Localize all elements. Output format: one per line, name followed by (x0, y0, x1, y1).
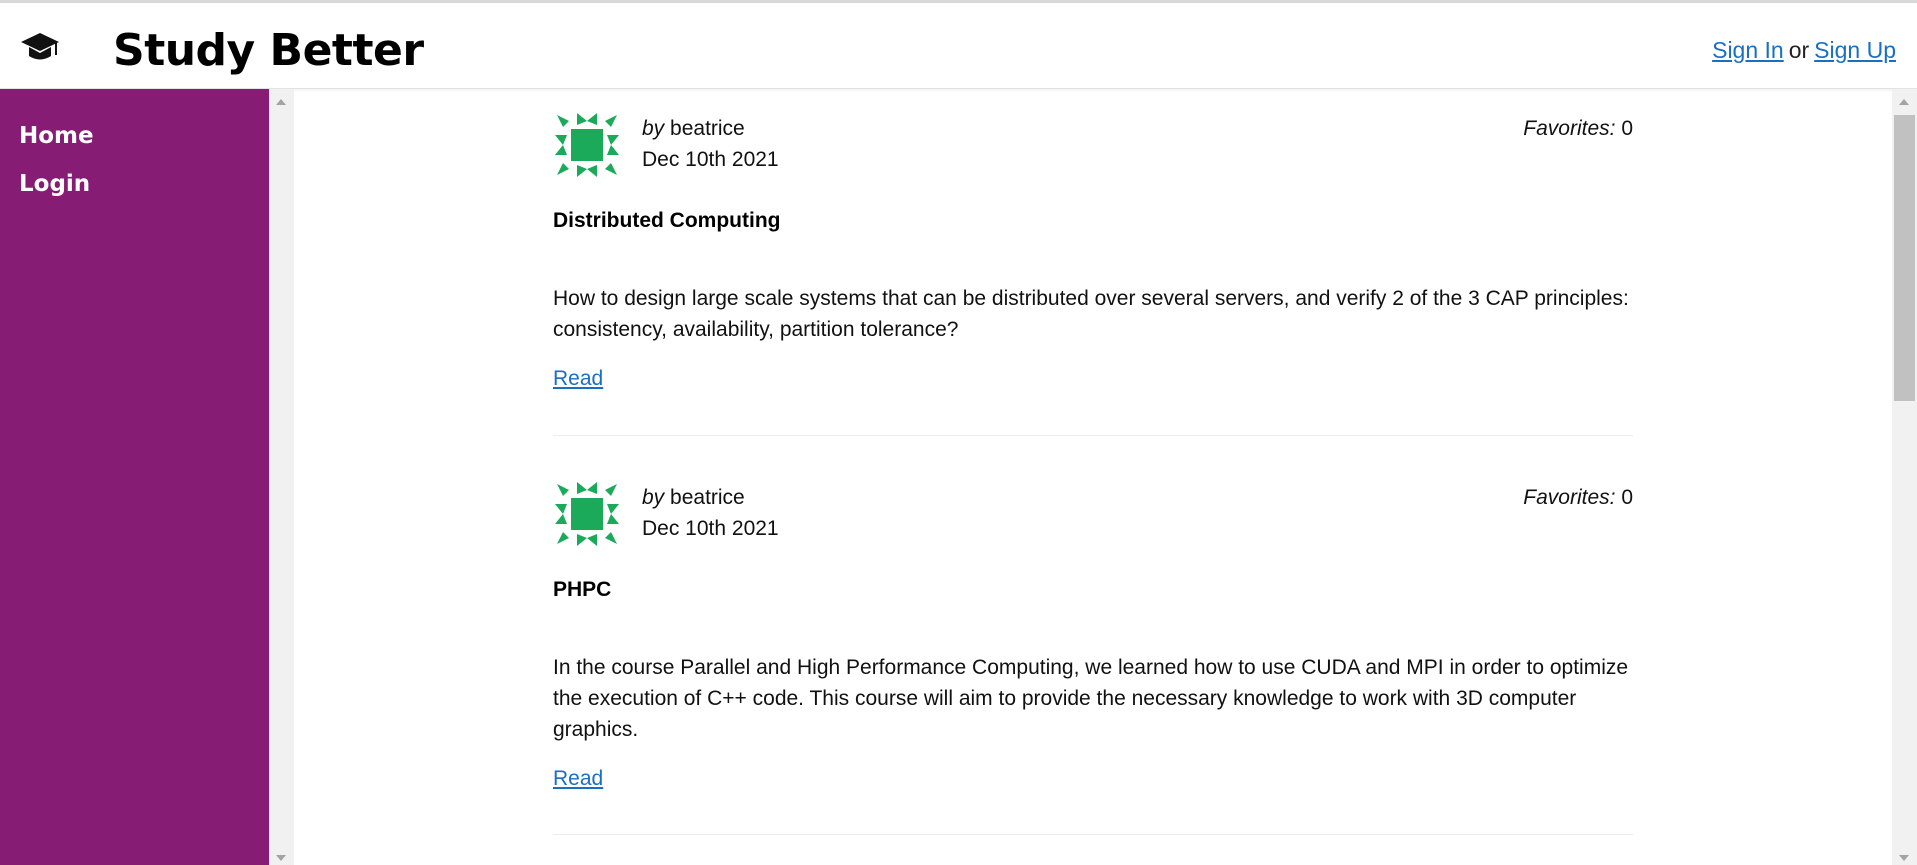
site-header: Study Better Sign In or Sign Up (0, 3, 1917, 89)
post-meta: by beatrice Dec 10th 2021 (642, 482, 779, 544)
post-date: Dec 10th 2021 (642, 148, 779, 171)
read-link[interactable]: Read (553, 367, 603, 391)
post-date: Dec 10th 2021 (642, 517, 779, 540)
scroll-down-arrow-icon[interactable] (276, 855, 286, 861)
left-scrollbar[interactable] (269, 89, 294, 865)
author-avatar (553, 111, 621, 179)
sidebar-item-home[interactable]: Home (19, 123, 94, 149)
post-title: Distributed Computing (553, 209, 781, 232)
read-link[interactable]: Read (553, 767, 603, 791)
post-divider (553, 834, 1633, 835)
sidebar-item-login[interactable]: Login (19, 171, 90, 197)
favorites-label: Favorites: (1523, 486, 1616, 509)
post-feed: by beatrice Dec 10th 2021 Favorites: 0 D… (294, 89, 1892, 865)
favorites-value: 0 (1621, 117, 1633, 140)
by-label: by (642, 486, 665, 509)
sidebar: Home Login (0, 89, 269, 865)
author-name: beatrice (670, 117, 745, 140)
by-label: by (642, 117, 665, 140)
post-meta: by beatrice Dec 10th 2021 (642, 113, 779, 175)
scroll-up-arrow-icon[interactable] (276, 99, 286, 105)
author-avatar (553, 480, 621, 548)
post-description: In the course Parallel and High Performa… (553, 656, 1629, 741)
favorites-value: 0 (1621, 486, 1633, 509)
sign-in-link[interactable]: Sign In (1712, 37, 1784, 63)
site-title[interactable]: Study Better (113, 25, 424, 76)
scroll-down-arrow-icon[interactable] (1899, 855, 1909, 861)
author-name: beatrice (670, 486, 745, 509)
scroll-up-arrow-icon[interactable] (1899, 99, 1909, 105)
post-divider (553, 435, 1633, 436)
sign-up-link[interactable]: Sign Up (1814, 37, 1896, 63)
scrollbar-thumb[interactable] (1894, 115, 1915, 401)
post-title: PHPC (553, 578, 612, 601)
favorites-count: Favorites: 0 (1523, 113, 1633, 144)
graduation-cap-icon[interactable] (20, 31, 60, 65)
auth-links: Sign In or Sign Up (1712, 37, 1896, 64)
auth-separator: or (1788, 37, 1810, 63)
main-scrollbar[interactable] (1892, 89, 1917, 865)
post-description: How to design large scale systems that c… (553, 287, 1629, 341)
favorites-count: Favorites: 0 (1523, 482, 1633, 513)
favorites-label: Favorites: (1523, 117, 1616, 140)
